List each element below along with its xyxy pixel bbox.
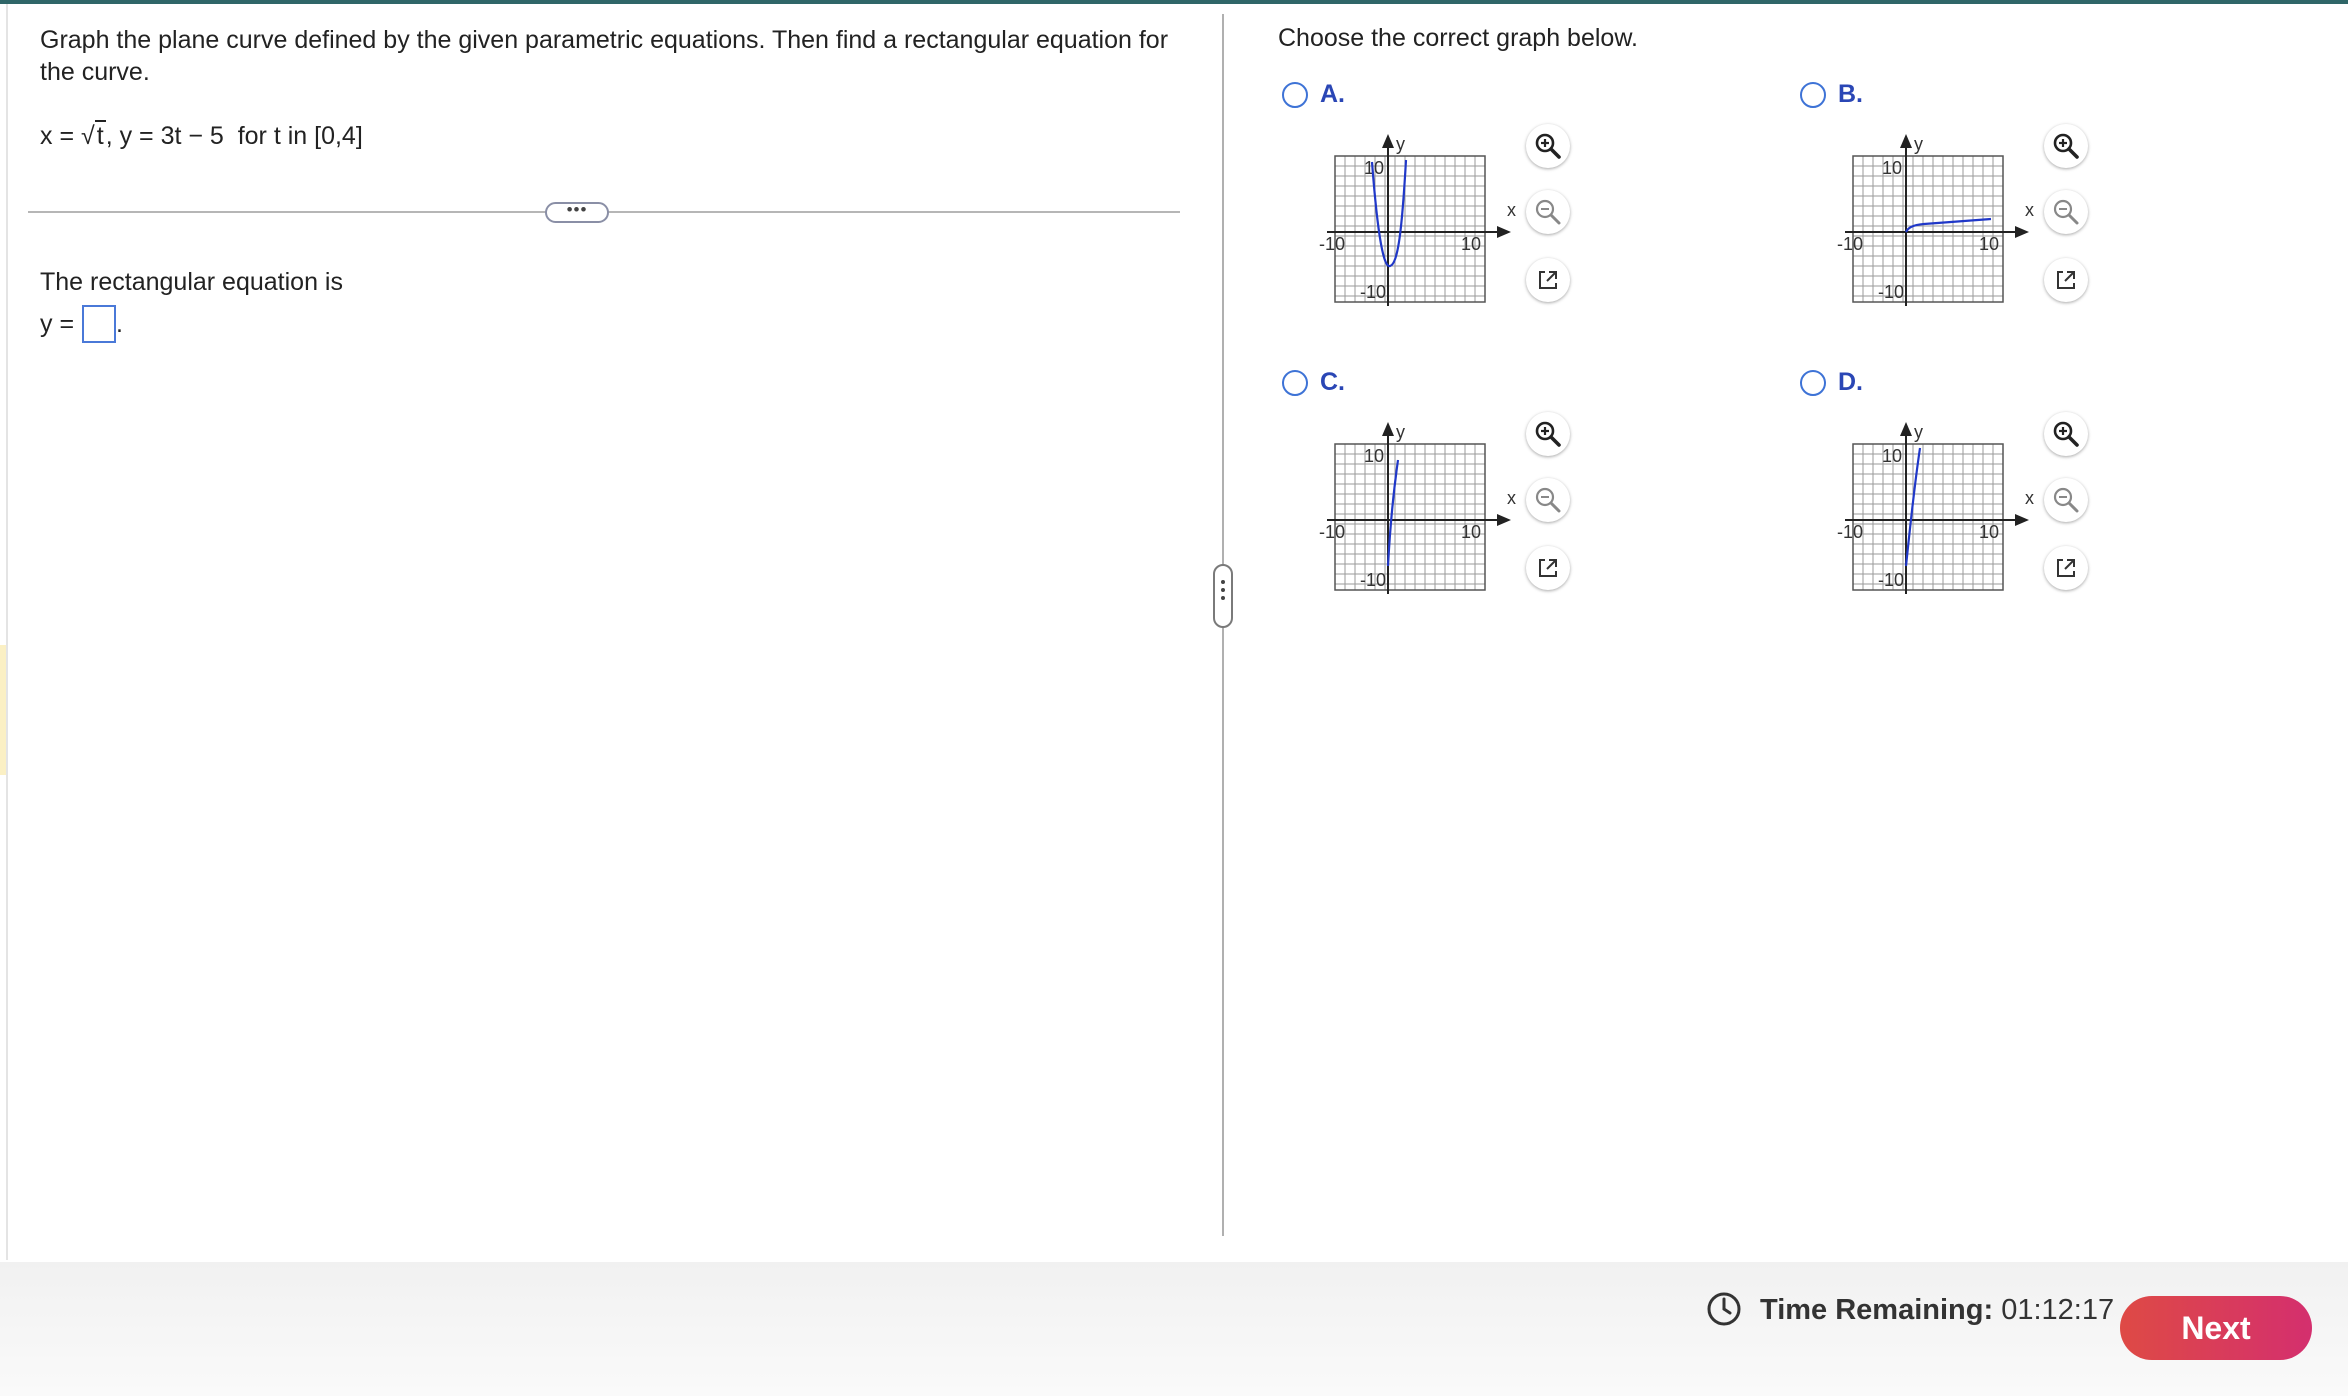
y-tick-max: 10: [1882, 446, 1902, 466]
x-tick-max: 10: [1979, 522, 1999, 542]
y-axis-label: y: [1396, 134, 1405, 154]
grid-border: [1852, 155, 2004, 303]
x-tick-max: 10: [1979, 234, 1999, 254]
x-tick-min: -10: [1319, 522, 1345, 542]
x-axis-label: x: [2025, 488, 2034, 508]
top-accent-bar: [0, 0, 2348, 4]
choose-instruction: Choose the correct graph below.: [1278, 24, 1638, 52]
graph-grid: [1852, 155, 2004, 302]
option-c-zoom-out-button[interactable]: [1526, 478, 1570, 522]
option-c-graph: y x 10 -10 -10 10: [1319, 422, 1516, 594]
popout-icon: [1539, 271, 1557, 289]
option-b-graph: y x 10 -10 -10 10: [1837, 134, 2034, 306]
grid-border: [1334, 443, 1486, 591]
option-d-label[interactable]: D.: [1838, 368, 1863, 397]
rectangular-equation-label: The rectangular equation is: [40, 268, 343, 296]
y-tick-min: -10: [1360, 282, 1386, 302]
option-c-radio[interactable]: [1282, 370, 1308, 396]
x-axis-arrow: [2015, 514, 2029, 526]
option-a-label[interactable]: A.: [1320, 80, 1345, 109]
y-tick-max: 10: [1882, 158, 1902, 178]
y-axis-label: y: [1396, 422, 1405, 442]
x-axis-label: x: [2025, 200, 2034, 220]
y-axis-arrow: [1900, 422, 1912, 436]
y-axis-arrow: [1900, 134, 1912, 148]
radicand: t: [94, 120, 106, 150]
answer-input-box[interactable]: [82, 305, 117, 343]
option-b-label[interactable]: B.: [1838, 80, 1863, 109]
popout-icon: [1539, 559, 1557, 577]
clock-icon: [1707, 1292, 1741, 1326]
graph-grid: [1852, 443, 2004, 590]
option-d-popout-button[interactable]: [2044, 546, 2088, 590]
x-tick-min: -10: [1837, 234, 1863, 254]
time-remaining: Time Remaining: 01:12:17: [1760, 1294, 2114, 1327]
grid-border: [1334, 155, 1486, 303]
expand-more-button[interactable]: •••: [545, 201, 609, 223]
x-tick-min: -10: [1837, 522, 1863, 542]
option-a-zoom-in-button[interactable]: [1526, 124, 1570, 168]
zoom-out-icon: [1535, 487, 1561, 513]
graph-grid: [1334, 443, 1486, 590]
y-tick-min: -10: [1878, 570, 1904, 590]
option-a-popout-button[interactable]: [1526, 258, 1570, 302]
left-highlight-marker: [0, 645, 6, 775]
popout-icon: [2057, 559, 2075, 577]
x-tick-min: -10: [1319, 234, 1345, 254]
zoom-in-icon: [2053, 421, 2079, 447]
y-axis-arrow: [1382, 134, 1394, 148]
x-axis-arrow: [1497, 226, 1511, 238]
option-b-radio[interactable]: [1800, 82, 1826, 108]
option-d-radio[interactable]: [1800, 370, 1826, 396]
graph-grid: [1334, 155, 1486, 302]
time-remaining-label: Time Remaining:: [1760, 1294, 1994, 1326]
option-d-zoom-out-button[interactable]: [2044, 478, 2088, 522]
option-d-graph: y x 10 -10 -10 10: [1837, 422, 2034, 594]
parametric-equations: x = √t, y = 3t − 5 for t in [0,4]: [40, 118, 363, 154]
next-button[interactable]: Next: [2120, 1296, 2312, 1360]
zoom-out-icon: [2053, 487, 2079, 513]
y-axis-arrow: [1382, 422, 1394, 436]
pane-resize-handle[interactable]: [1213, 564, 1233, 628]
zoom-in-icon: [1535, 421, 1561, 447]
x-axis-label: x: [1507, 488, 1516, 508]
option-c-popout-button[interactable]: [1526, 546, 1570, 590]
option-a-zoom-out-button[interactable]: [1526, 190, 1570, 234]
footer-bar: [0, 1262, 2348, 1396]
y-tick-max: 10: [1364, 446, 1384, 466]
square-root-symbol: √t: [81, 120, 106, 150]
option-b-zoom-in-button[interactable]: [2044, 124, 2088, 168]
zoom-out-icon: [2053, 199, 2079, 225]
answer-prefix: y =: [40, 309, 75, 338]
equation-x-prefix: x =: [40, 122, 75, 150]
option-b-zoom-out-button[interactable]: [2044, 190, 2088, 234]
y-tick-min: -10: [1878, 282, 1904, 302]
option-a-graph: yx10-10-10 10: [1319, 134, 1516, 306]
option-c-zoom-in-button[interactable]: [1526, 412, 1570, 456]
option-d-zoom-in-button[interactable]: [2044, 412, 2088, 456]
x-axis-arrow: [2015, 226, 2029, 238]
answer-suffix: .: [116, 309, 123, 338]
y-axis-label: y: [1914, 134, 1923, 154]
option-a-radio[interactable]: [1282, 82, 1308, 108]
x-axis-label: x: [1507, 200, 1516, 220]
question-prompt: Graph the plane curve defined by the giv…: [40, 26, 1169, 86]
left-gutter: [0, 4, 8, 1260]
y-tick-min: -10: [1360, 570, 1386, 590]
popout-icon: [2057, 271, 2075, 289]
option-c-label[interactable]: C.: [1320, 368, 1345, 397]
option-b-popout-button[interactable]: [2044, 258, 2088, 302]
answer-row: y = .: [40, 305, 123, 343]
grid-border: [1852, 443, 2004, 591]
graph-curve: [1386, 459, 1400, 567]
x-tick-max: 10: [1461, 522, 1481, 542]
zoom-out-icon: [1535, 199, 1561, 225]
equation-rest: , y = 3t − 5 for t in [0,4]: [105, 122, 363, 150]
y-axis-label: y: [1914, 422, 1923, 442]
zoom-in-icon: [2053, 133, 2079, 159]
x-tick-max: 10: [1461, 234, 1481, 254]
time-remaining-value: 01:12:17: [2001, 1294, 2115, 1326]
zoom-in-icon: [1535, 133, 1561, 159]
x-axis-arrow: [1497, 514, 1511, 526]
